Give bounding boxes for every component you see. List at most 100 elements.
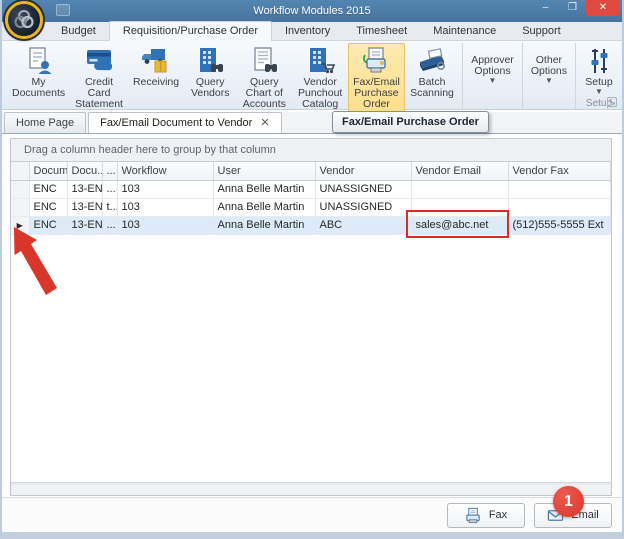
maximize-button[interactable]: ❐ (559, 0, 586, 16)
credit-card-statement-label: Credit Card Statement (75, 77, 123, 110)
row-indicator (11, 180, 29, 198)
column-header-vendor-fax[interactable]: Vendor Fax (508, 162, 611, 180)
column-header-workflow[interactable]: Workflow (117, 162, 213, 180)
ribbon-tab-row: BudgetRequisition/Purchase OrderInventor… (2, 22, 622, 41)
building-binoculars-icon (195, 46, 225, 76)
column-header-vendor[interactable]: Vendor (315, 162, 411, 180)
ribbon-group-user-options: My DocumentsCredit Card Statement Receivi… (6, 43, 463, 109)
annotation-red-box (406, 210, 509, 238)
ribbon-tab-requisition-purchase-order[interactable]: Requisition/Purchase Order (109, 21, 272, 41)
ribbon-tab-budget[interactable]: Budget (48, 22, 109, 40)
receiving-label: Receiving (133, 77, 179, 88)
scanner-icon (417, 46, 447, 76)
ribbon-group-label (466, 95, 519, 109)
close-button[interactable]: ✕ (586, 0, 620, 16)
annotation-red-arrow-icon (6, 221, 60, 301)
ribbon-tab-timesheet[interactable]: Timesheet (343, 22, 420, 40)
setup-button[interactable]: Setup▼ (579, 43, 619, 98)
doc-tab-label: Home Page (16, 117, 74, 129)
column-header-docu[interactable]: Docu... (67, 162, 102, 180)
ribbon: My DocumentsCredit Card Statement Receivi… (2, 41, 622, 110)
column-header-docum[interactable]: Docum... (29, 162, 67, 180)
table-cell (508, 180, 611, 198)
close-tab-icon[interactable]: ✕ (260, 119, 269, 128)
fax-email-purchase-order-label: Fax/Email Purchase Order (353, 77, 400, 110)
table-cell: (512)555-5555 Ext (508, 216, 611, 234)
other-options-button[interactable]: Other Options ▼ (526, 43, 572, 95)
ribbon-group-label: Setup (579, 98, 619, 109)
truck-box-icon (141, 46, 171, 76)
horizontal-scrollbar[interactable] (11, 482, 611, 495)
table-cell: 13-EN... (67, 180, 102, 198)
query-vendors-button[interactable]: Query Vendors (184, 43, 236, 112)
my-documents-button[interactable]: My Documents (7, 43, 70, 112)
window-title: Workflow Modules 2015 (0, 5, 624, 17)
table-cell: UNASSIGNED (315, 180, 411, 198)
batch-scanning-button[interactable]: Batch Scanning (405, 43, 459, 112)
table-cell: Anna Belle Martin (213, 198, 315, 216)
documents-table: Docum...Docu......WorkflowUserVendorVend… (11, 162, 611, 235)
documents-grid-panel: Drag a column header here to group by th… (10, 138, 612, 496)
chevron-down-icon: ▼ (595, 88, 603, 96)
table-cell: Anna Belle Martin (213, 216, 315, 234)
approver-options-label: Approver Options (471, 55, 514, 77)
column-header-[interactable]: ... (102, 162, 117, 180)
ribbon-tab-inventory[interactable]: Inventory (272, 22, 343, 40)
approver-options-button[interactable]: Approver Options ▼ (466, 43, 519, 95)
table-row[interactable]: ENC13-EN......103Anna Belle MartinUNASSI… (11, 180, 611, 198)
table-cell: UNASSIGNED (315, 198, 411, 216)
table-cell: ABC (315, 216, 411, 234)
fax-button[interactable]: Fax (447, 503, 525, 528)
column-header-user[interactable]: User (213, 162, 315, 180)
table-row[interactable]: ENC13-EN...t...103Anna Belle MartinUNASS… (11, 198, 611, 216)
chevron-down-icon: ▼ (545, 77, 553, 85)
fax-document-icon (361, 46, 391, 76)
table-row[interactable]: ▶ENC13-EN......103Anna Belle MartinABCsa… (11, 216, 611, 234)
vendor-punchout-catalog-label: Vendor Punchout Catalog (297, 77, 343, 110)
table-cell: ... (102, 180, 117, 198)
table-cell: ... (102, 216, 117, 234)
table-cell: 13-EN... (67, 216, 102, 234)
sliders-icon (584, 46, 614, 76)
credit-card-statement-button[interactable]: Credit Card Statement (70, 43, 128, 112)
table-cell: 103 (117, 180, 213, 198)
table-cell: 103 (117, 198, 213, 216)
ribbon-group-label (526, 95, 572, 109)
table-cell: 103 (117, 216, 213, 234)
other-options-label: Other Options (531, 55, 567, 77)
dialog-launcher-icon[interactable] (607, 97, 617, 107)
doc-tab-home-page[interactable]: Home Page (4, 112, 86, 133)
document-user-icon (24, 46, 54, 76)
annotation-step-badge: 1 (553, 486, 584, 517)
query-chart-of-accounts-label: Query Chart of Accounts (241, 77, 287, 110)
query-chart-of-accounts-button[interactable]: Query Chart of Accounts (236, 43, 292, 112)
fax-email-purchase-order-button[interactable]: Fax/Email Purchase Order (348, 43, 405, 112)
table-cell: Anna Belle Martin (213, 180, 315, 198)
column-header-vendor-email[interactable]: Vendor Email (411, 162, 508, 180)
receiving-button[interactable]: Receiving (128, 43, 184, 112)
minimize-button[interactable]: – (532, 0, 559, 16)
table-cell (411, 180, 508, 198)
document-tab-bar: Home Page Fax/Email Document to Vendor✕ (2, 112, 622, 134)
vendor-punchout-catalog-button[interactable]: Vendor Punchout Catalog (292, 43, 348, 112)
group-by-drop-area[interactable]: Drag a column header here to group by th… (11, 139, 611, 162)
ribbon-group-setup: Setup▼Setup (578, 43, 620, 109)
ribbon-tab-maintenance[interactable]: Maintenance (420, 22, 509, 40)
fax-button-label: Fax (489, 509, 507, 521)
quick-access-menu-icon[interactable] (56, 4, 70, 16)
app-logo-icon[interactable] (5, 1, 43, 39)
row-indicator (11, 198, 29, 216)
batch-scanning-label: Batch Scanning (410, 77, 454, 99)
table-cell: ENC (29, 198, 67, 216)
doc-tab-fax-email-document-to-vendor[interactable]: Fax/Email Document to Vendor✕ (88, 112, 281, 133)
table-cell (508, 198, 611, 216)
row-indicator-header (11, 162, 29, 180)
building-cart-icon (305, 46, 335, 76)
table-cell: 13-EN... (67, 198, 102, 216)
tooltip: Fax/Email Purchase Order (332, 111, 489, 133)
fax-icon (465, 507, 482, 524)
ledger-binoculars-icon (249, 46, 279, 76)
ribbon-tab-support[interactable]: Support (509, 22, 574, 40)
credit-card-icon (84, 46, 114, 76)
ribbon-group-g1: Approver Options ▼ (465, 43, 523, 109)
